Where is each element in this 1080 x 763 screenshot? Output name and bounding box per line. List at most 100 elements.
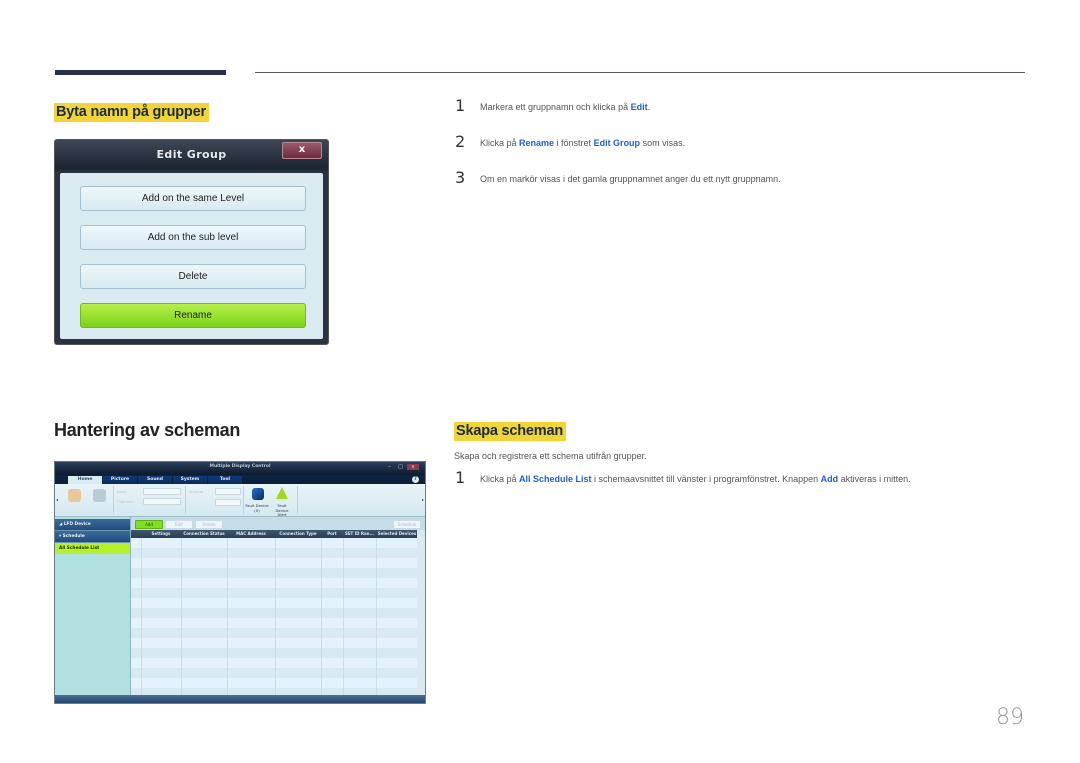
schedule-grid-header: Settings Connection Status MAC Address C…	[131, 530, 417, 538]
header-rule-thick	[55, 70, 226, 75]
fault-device-icon[interactable]	[252, 488, 264, 500]
edit-group-dialog: Edit Group x Add on the same Level Add o…	[54, 139, 329, 345]
app-statusbar	[55, 695, 425, 703]
add-sub-level-button[interactable]: Add on the sub level	[80, 225, 306, 250]
column-header[interactable]: Selected Devices	[376, 530, 418, 538]
add-schedule-button[interactable]: Add	[135, 520, 163, 529]
table-row[interactable]	[131, 598, 417, 608]
step-number: 3	[455, 168, 466, 187]
app-titlebar: Multiple Display Control – □ x	[55, 462, 425, 475]
delete-schedule-button[interactable]: Delete	[195, 520, 223, 529]
dialog-close-button[interactable]: x	[282, 142, 322, 159]
schedule-grid	[131, 538, 419, 698]
minimize-icon[interactable]: –	[385, 464, 394, 470]
channel-field[interactable]	[143, 498, 181, 505]
column-divider	[275, 538, 276, 695]
column-divider	[141, 538, 142, 695]
step-text-part: i fönstret	[554, 138, 594, 148]
table-row[interactable]	[131, 558, 417, 568]
column-header[interactable]: SET ID Ran...	[343, 530, 376, 538]
step-number: 1	[455, 96, 466, 115]
column-divider	[321, 538, 322, 695]
close-icon[interactable]: x	[407, 464, 419, 470]
table-row[interactable]	[131, 578, 417, 588]
table-row[interactable]	[131, 618, 417, 628]
page-number: 89	[996, 705, 1024, 730]
rename-button[interactable]: Rename	[80, 303, 306, 328]
step-text-part: Klicka på	[480, 474, 520, 484]
step-text: Om en markör visas i det gamla gruppnamn…	[480, 174, 781, 184]
step-text-part: i schemaavsnittet till vänster i program…	[591, 474, 821, 484]
section-heading-text: Byta namn på grupper	[54, 103, 209, 122]
column-header[interactable]: Settings	[141, 530, 181, 538]
sidebar-item-label: LFD Device	[63, 522, 91, 527]
ribbon-separator	[185, 486, 186, 514]
table-row[interactable]	[131, 678, 417, 688]
section-intro: Skapa och registrera ett schema utifrån …	[454, 451, 647, 461]
mdc-app-screenshot: Multiple Display Control – □ x Home Pict…	[54, 461, 426, 704]
section-heading-create-schedules: Skapa scheman	[454, 420, 567, 441]
ribbon: ◂ Input Channel Volume Fault Device (0) …	[55, 484, 425, 517]
add-same-level-button[interactable]: Add on the same Level	[80, 186, 306, 211]
table-row[interactable]	[131, 588, 417, 598]
step-text: Klicka på Rename i fönstret Edit Group s…	[480, 138, 685, 148]
column-divider	[376, 538, 377, 695]
app-tabbar: Home Picture Sound System Tool	[55, 475, 425, 484]
column-header[interactable]: Port	[321, 530, 343, 538]
volume-select[interactable]	[215, 488, 241, 495]
ui-term-highlight: All Schedule List	[519, 474, 592, 484]
volume-slider[interactable]	[215, 499, 241, 506]
power-on-icon[interactable]	[68, 489, 81, 502]
table-row[interactable]	[131, 668, 417, 678]
sidebar-item-label: Schedule	[62, 534, 85, 539]
table-row[interactable]	[131, 538, 417, 548]
step-text: Markera ett gruppnamn och klicka på Edit…	[480, 102, 650, 112]
maximize-icon[interactable]: □	[396, 464, 405, 470]
step-text-part: Klicka på	[480, 138, 520, 148]
ui-term-highlight: Edit Group	[593, 138, 641, 148]
sidebar-item-all-schedule-list[interactable]: All Schedule List	[55, 543, 130, 554]
tab-system[interactable]: System	[173, 476, 207, 484]
sidebar-item-schedule[interactable]: ▾ Schedule	[55, 531, 130, 543]
ui-term-highlight: Rename	[519, 138, 555, 148]
input-select[interactable]	[143, 488, 181, 495]
table-row[interactable]	[131, 548, 417, 558]
ui-term-highlight: Add	[820, 474, 839, 484]
delete-button[interactable]: Delete	[80, 264, 306, 289]
step-text-part: Om en markör visas i det gamla gruppnamn…	[480, 174, 781, 184]
table-row[interactable]	[131, 608, 417, 618]
ribbon-scroll-left-icon[interactable]: ◂	[56, 497, 58, 502]
section-heading-text: Skapa scheman	[454, 422, 567, 441]
step-text-part: aktiveras i mitten.	[838, 474, 911, 484]
tab-sound[interactable]: Sound	[138, 476, 172, 484]
column-divider	[343, 538, 344, 695]
table-row[interactable]	[131, 568, 417, 578]
column-header[interactable]: MAC Address	[227, 530, 275, 538]
table-row[interactable]	[131, 628, 417, 638]
column-header[interactable]: Connection Status	[181, 530, 227, 538]
ribbon-separator	[113, 486, 114, 514]
dialog-body: Add on the same Level Add on the sub lev…	[60, 173, 323, 339]
tab-tool[interactable]: Tool	[208, 476, 242, 484]
page-heading-schedules: Hantering av scheman	[54, 420, 241, 440]
window-controls: – □ x	[385, 464, 419, 470]
fault-device-label: Fault Device (0)	[245, 503, 269, 513]
table-row[interactable]	[131, 648, 417, 658]
ribbon-scroll-right-icon[interactable]: ▸	[422, 497, 424, 502]
tab-home[interactable]: Home	[68, 476, 102, 484]
edit-schedule-button[interactable]: Edit	[165, 520, 193, 529]
help-icon[interactable]: ?	[412, 476, 419, 483]
input-label: Input	[117, 489, 127, 494]
schedule-button[interactable]: Schedule	[393, 520, 421, 529]
grid-scrollbar[interactable]	[417, 530, 425, 695]
sidebar-item-lfd-device[interactable]: ◢ LFD Device	[55, 519, 130, 531]
table-row[interactable]	[131, 638, 417, 648]
table-row[interactable]	[131, 658, 417, 668]
tab-picture[interactable]: Picture	[103, 476, 137, 484]
column-header[interactable]: Connection Type	[275, 530, 321, 538]
fault-alert-icon[interactable]	[276, 487, 288, 499]
power-off-icon[interactable]	[93, 489, 106, 502]
volume-label: Volume	[189, 489, 204, 494]
step-text-part: .	[647, 102, 651, 112]
header-rule-thin	[255, 72, 1025, 73]
